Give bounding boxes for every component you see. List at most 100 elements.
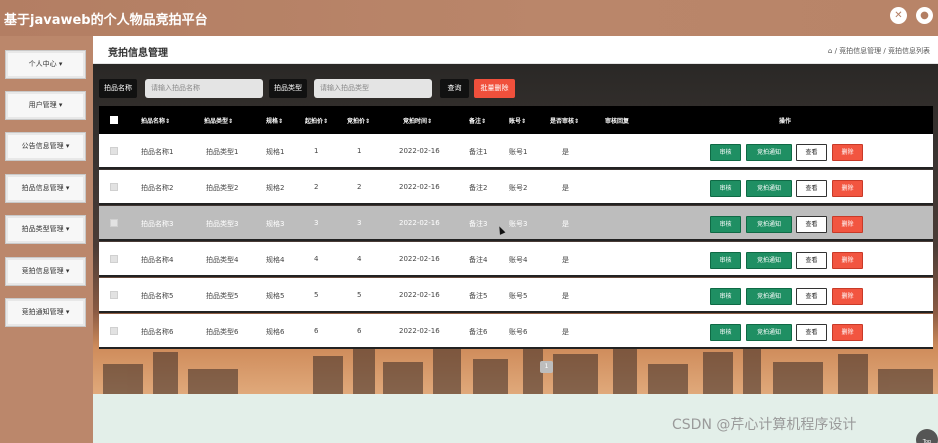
table-row[interactable]: 拍品名称6 拍品类型6 规格6 6 6 2022-02-16 备注6 账号6 是 审核 竞拍通知 查看… [99, 314, 933, 349]
cell-auction-time: 2022-02-16 [399, 327, 440, 335]
item-name-label: 拍品名称 [99, 79, 137, 98]
cell-start-price: 2 [314, 183, 319, 191]
cell-account: 账号6 [509, 328, 528, 336]
cell-note: 备注2 [469, 184, 488, 192]
delete-button[interactable]: 删除 [832, 324, 863, 341]
column-header-item-type[interactable]: 拍品类型⇕ [204, 116, 233, 125]
cell-item-name: 拍品名称6 [141, 328, 174, 336]
chevron-down-icon: ▾ [65, 267, 70, 275]
table-row[interactable]: 拍品名称5 拍品类型5 规格5 5 5 2022-02-16 备注5 账号5 是 审核 竞拍通知 查看… [99, 278, 933, 313]
cell-bid-price: 3 [357, 219, 362, 227]
view-button[interactable]: 查看 [796, 180, 827, 197]
cell-item-type: 拍品类型4 [206, 256, 239, 264]
column-header-note[interactable]: 备注⇕ [469, 116, 486, 125]
table-row[interactable]: 拍品名称2 拍品类型2 规格2 2 2 2022-02-16 备注2 账号2 是 审核 竞拍通知 查看… [99, 170, 933, 205]
view-button[interactable]: 查看 [796, 252, 827, 269]
column-header-audit-reply: 审核回复 [605, 118, 630, 125]
column-header-audited[interactable]: 是否审核⇕ [550, 116, 579, 125]
cell-item-type: 拍品类型6 [206, 328, 239, 336]
select-all-checkbox[interactable] [110, 116, 118, 124]
chevron-down-icon: ▾ [65, 308, 70, 316]
view-button[interactable]: 查看 [796, 288, 827, 305]
delete-button[interactable]: 删除 [832, 288, 863, 305]
cell-start-price: 3 [314, 219, 319, 227]
auction-notify-button[interactable]: 竞拍通知 [746, 180, 792, 197]
auction-notify-button[interactable]: 竞拍通知 [746, 216, 792, 233]
breadcrumb-separator: / [883, 47, 886, 55]
cell-bid-price: 6 [357, 327, 362, 335]
row-checkbox[interactable] [110, 291, 118, 299]
delete-button[interactable]: 删除 [832, 144, 863, 161]
app-title: 基于javaweb的个人物品竞拍平台 [4, 13, 208, 28]
query-button[interactable]: 查询 [440, 79, 469, 98]
table-row[interactable]: 拍品名称3 拍品类型3 规格3 3 3 2022-02-16 备注3 账号3 是 审核 竞拍通知 查看… [99, 206, 933, 241]
view-button[interactable]: 查看 [796, 324, 827, 341]
delete-button[interactable]: 删除 [832, 180, 863, 197]
column-header-spec[interactable]: 规格⇕ [266, 116, 283, 125]
cell-account: 账号2 [509, 184, 528, 192]
sidebar-item-item-info-management[interactable]: 拍品信息管理 ▾ [5, 174, 86, 203]
table-row[interactable]: 拍品名称4 拍品类型4 规格4 4 4 2022-02-16 备注4 账号4 是 审核 竞拍通知 查看… [99, 242, 933, 277]
audit-button[interactable]: 审核 [710, 144, 741, 161]
sidebar-item-auction-info-management[interactable]: 竞拍信息管理 ▾ [5, 257, 86, 286]
auction-notify-button[interactable]: 竞拍通知 [746, 324, 792, 341]
top-bar: 基于javaweb的个人物品竞拍平台 ✕ ● [0, 0, 938, 36]
column-header-bid-price[interactable]: 竞拍价⇕ [347, 116, 370, 125]
table-row[interactable]: 拍品名称1 拍品类型1 规格1 1 1 2022-02-16 备注1 账号1 是 审核 竞拍通知 查看… [99, 134, 933, 169]
view-button[interactable]: 查看 [796, 144, 827, 161]
cell-bid-price: 2 [357, 183, 362, 191]
sidebar-item-personal-center[interactable]: 个人中心 ▾ [5, 50, 86, 79]
cell-item-type: 拍品类型1 [206, 148, 239, 156]
cell-note: 备注5 [469, 292, 488, 300]
audit-button[interactable]: 审核 [710, 216, 741, 233]
sort-icon: ⇕ [323, 118, 329, 125]
row-checkbox[interactable] [110, 219, 118, 227]
sidebar-item-user-management[interactable]: 用户管理 ▾ [5, 91, 86, 120]
home-icon[interactable]: ⌂ [828, 47, 832, 55]
cell-spec: 规格6 [266, 328, 285, 336]
row-checkbox[interactable] [110, 255, 118, 263]
delete-button[interactable]: 删除 [832, 216, 863, 233]
audit-button[interactable]: 审核 [710, 252, 741, 269]
cell-item-name: 拍品名称1 [141, 148, 174, 156]
column-header-item-name[interactable]: 拍品名称⇕ [141, 116, 170, 125]
cell-bid-price: 1 [357, 147, 362, 155]
item-name-search-input[interactable]: 请输入拍品名称 [145, 79, 263, 98]
row-checkbox[interactable] [110, 183, 118, 191]
row-checkbox[interactable] [110, 327, 118, 335]
item-type-search-input[interactable]: 请输入拍品类型 [314, 79, 432, 98]
row-checkbox[interactable] [110, 147, 118, 155]
cell-note: 备注6 [469, 328, 488, 336]
auction-notify-button[interactable]: 竞拍通知 [746, 144, 792, 161]
auction-notify-button[interactable]: 竞拍通知 [746, 252, 792, 269]
cell-spec: 规格5 [266, 292, 285, 300]
user-icon[interactable]: ● [916, 7, 933, 24]
sidebar-item-label: 拍品类型管理 [21, 225, 64, 233]
column-header-auction-time[interactable]: 竞拍时间⇕ [403, 116, 432, 125]
page-header: 竞拍信息管理 ⌂ / 竞拍信息管理 / 竞拍信息列表 [93, 36, 938, 64]
cell-audited: 是 [562, 292, 569, 300]
sidebar-item-item-type-management[interactable]: 拍品类型管理 ▾ [5, 215, 86, 244]
column-header-account[interactable]: 账号⇕ [509, 116, 526, 125]
cell-item-type: 拍品类型5 [206, 292, 239, 300]
breadcrumb-item[interactable]: 竞拍信息管理 [839, 47, 881, 55]
audit-button[interactable]: 审核 [710, 288, 741, 305]
auction-notify-button[interactable]: 竞拍通知 [746, 288, 792, 305]
column-header-start-price[interactable]: 起拍价⇕ [305, 116, 328, 125]
chevron-down-icon: ▾ [65, 142, 70, 150]
view-button[interactable]: 查看 [796, 216, 827, 233]
batch-delete-button[interactable]: 批量删除 [474, 79, 515, 98]
cell-auction-time: 2022-02-16 [399, 147, 440, 155]
sidebar-item-auction-notice-management[interactable]: 竞拍通知管理 ▾ [5, 298, 86, 327]
delete-button[interactable]: 删除 [832, 252, 863, 269]
sidebar-item-label: 公告信息管理 [21, 142, 64, 150]
sidebar-item-label: 拍品信息管理 [21, 184, 64, 192]
audit-button[interactable]: 审核 [710, 324, 741, 341]
sidebar-item-notice-management[interactable]: 公告信息管理 ▾ [5, 132, 86, 161]
cell-item-name: 拍品名称2 [141, 184, 174, 192]
chevron-down-icon: ▾ [58, 101, 63, 109]
audit-button[interactable]: 审核 [710, 180, 741, 197]
fullscreen-icon[interactable]: ✕ [890, 7, 907, 24]
pagination-current-page[interactable]: 1 [540, 361, 553, 373]
cell-item-name: 拍品名称5 [141, 292, 174, 300]
